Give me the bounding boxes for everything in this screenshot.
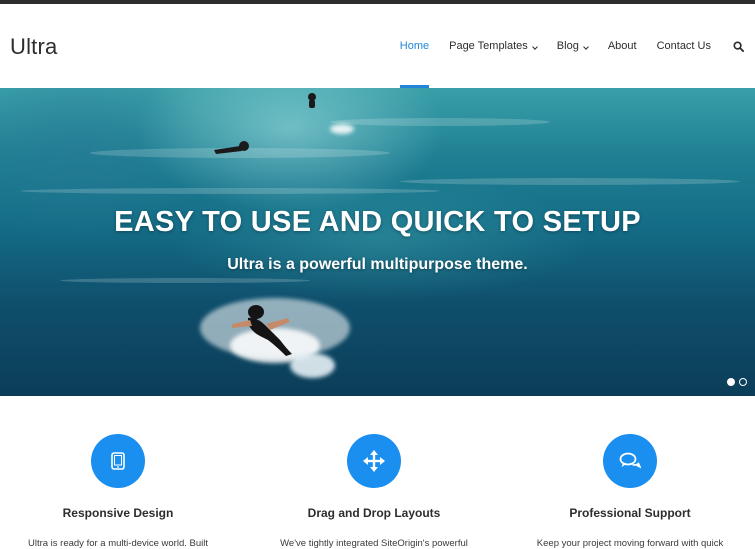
nav-label: Page Templates [449, 40, 528, 52]
nav-label: Contact Us [656, 40, 711, 52]
swimmer-figure [308, 93, 316, 108]
slider-dot-2[interactable] [739, 378, 747, 386]
chat-bubbles-icon [619, 452, 641, 469]
feature-description: Ultra is ready for a multi-device world.… [27, 538, 209, 549]
site-logo[interactable]: Ultra [10, 34, 57, 60]
nav-label: Blog [556, 40, 579, 52]
feature-title: Drag and Drop Layouts [307, 506, 441, 520]
search-icon [732, 40, 744, 52]
feature-title: Professional Support [569, 506, 691, 520]
feature-icon-circle [603, 434, 657, 488]
nav-item-contact-us[interactable]: Contact Us [647, 4, 721, 88]
nav-item-blog[interactable]: Blog [547, 4, 598, 88]
main-nav: Home Page Templates Blog About Contact U… [390, 4, 755, 88]
nav-label: About [607, 40, 637, 52]
hero-slider: EASY TO USE AND QUICK TO SETUP Ultra is … [0, 88, 755, 396]
nav-item-about[interactable]: About [598, 4, 647, 88]
site-header: Ultra Home Page Templates Blog About Con… [0, 4, 755, 88]
swimmer-figure [214, 141, 249, 154]
hero-title: EASY TO USE AND QUICK TO SETUP [114, 206, 641, 238]
feature-title: Responsive Design [62, 506, 174, 520]
feature-icon-circle [91, 434, 145, 488]
slider-pagination [727, 378, 747, 386]
search-button[interactable] [721, 4, 755, 88]
slider-dot-1[interactable] [727, 378, 735, 386]
tablet-icon [111, 452, 125, 470]
feature-icon-circle [347, 434, 401, 488]
chevron-down-icon [582, 44, 589, 50]
feature-description: We've tightly integrated SiteOrigin's po… [280, 538, 468, 549]
nav-item-page-templates[interactable]: Page Templates [439, 4, 547, 88]
move-arrows-icon [363, 450, 385, 472]
chevron-down-icon [531, 44, 538, 50]
hero-subtitle: Ultra is a powerful multipurpose theme. [227, 256, 528, 273]
nav-label: Home [399, 40, 430, 52]
feature-description: Keep your project moving forward with qu… [536, 538, 724, 549]
features-section: Responsive Design Ultra is ready for a m… [0, 396, 755, 549]
nav-item-home[interactable]: Home [390, 4, 439, 88]
surfer-figure [232, 305, 292, 356]
